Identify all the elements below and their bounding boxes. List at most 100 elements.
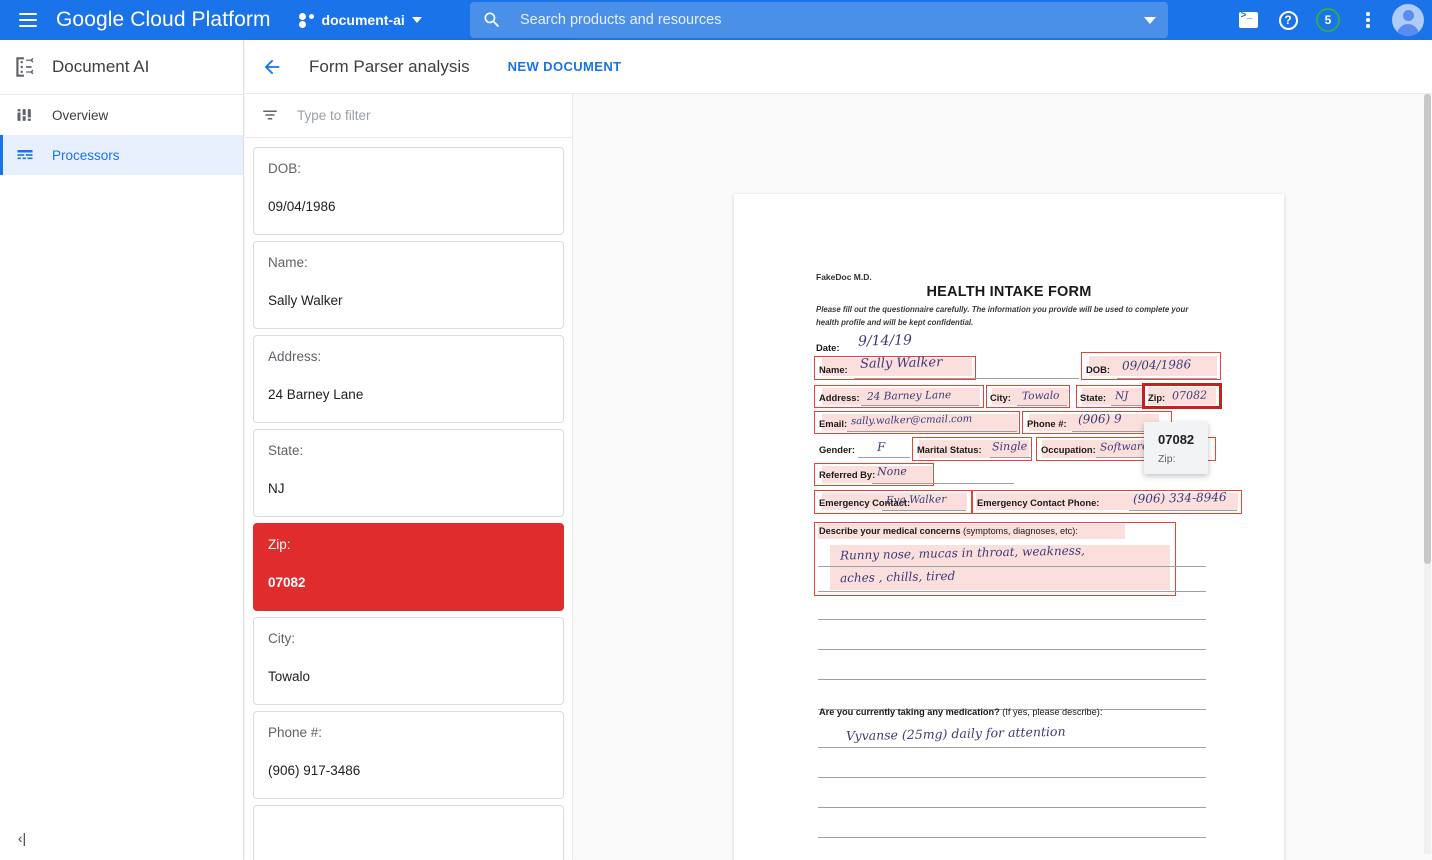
project-selector-icon [299, 13, 315, 27]
fields-panel: Document AI DOB: 09/04/1986 Name: Sally … [245, 40, 572, 860]
back-arrow-icon[interactable] [245, 40, 299, 94]
filter-input[interactable] [295, 107, 525, 124]
doc-value-email: sally.walker@cmail.com [851, 414, 972, 428]
field-card-partial[interactable] [253, 805, 564, 860]
doc-label-occupation: Occupation: [1041, 444, 1096, 455]
sidebar-item-label: Processors [52, 148, 120, 163]
fields-card-list[interactable]: DOB: 09/04/1986 Name: Sally Walker Addre… [245, 139, 572, 860]
field-tooltip: 07082 Zip: [1144, 422, 1208, 474]
notifications-badge[interactable]: 5 [1310, 2, 1346, 38]
field-card-state[interactable]: State: NJ [253, 429, 564, 517]
doc-label-zip: Zip: [1148, 392, 1165, 403]
doc-value-zip: 07082 [1172, 389, 1207, 403]
medical-concerns-prompt: Describe your medical concerns (symptoms… [819, 526, 1078, 536]
tooltip-value: 07082 [1158, 432, 1194, 448]
help-icon[interactable]: ? [1270, 2, 1306, 38]
more-vert-icon[interactable] [1350, 2, 1386, 38]
medication-prompt: Are you currently taking any medication?… [819, 707, 1102, 717]
clinic-name: FakeDoc M.D. [816, 272, 872, 282]
doc-value-phone: (906) 9 [1078, 412, 1122, 427]
doc-label-state: State: [1080, 392, 1106, 403]
document-viewer: FakeDoc M.D. HEALTH INTAKE FORM Please f… [573, 40, 1432, 860]
field-value: NJ [268, 481, 563, 496]
filter-list-icon[interactable] [261, 106, 279, 124]
field-card-city[interactable]: City: Towalo [253, 617, 564, 705]
field-card-name[interactable]: Name: Sally Walker [253, 241, 564, 329]
field-key: DOB: [268, 162, 563, 177]
top-app-bar: Google Cloud Platform document-ai Search… [0, 0, 1432, 40]
doc-label-phone: Phone #: [1027, 418, 1067, 429]
help-question-mark: ? [1279, 11, 1298, 30]
doc-label-email: Email: [819, 418, 847, 429]
overview-dashboard-icon [12, 105, 38, 125]
document-title: HEALTH INTAKE FORM [734, 284, 1284, 300]
doc-value-address: 24 Barney Lane [867, 389, 951, 403]
field-value: Towalo [268, 669, 563, 684]
doc-label-marital: Marital Status: [917, 444, 982, 455]
page-title: Document AI [52, 57, 149, 77]
search-input[interactable]: Search products and resources [520, 12, 1144, 28]
analysis-header: Form Parser analysis NEW DOCUMENT [245, 40, 1432, 94]
field-card-zip[interactable]: Zip: 07082 [253, 523, 564, 611]
sidebar-item-label: Overview [52, 108, 108, 123]
doc-label-city: City: [990, 392, 1011, 403]
doc-value-marital: Single [992, 440, 1027, 454]
brand-title: Google Cloud Platform [56, 8, 271, 32]
doc-label-address: Address: [819, 392, 860, 403]
sidebar-item-processors[interactable]: Processors [0, 135, 243, 175]
tooltip-key: Zip: [1158, 453, 1194, 465]
document-page[interactable]: FakeDoc M.D. HEALTH INTAKE FORM Please f… [734, 194, 1284, 860]
medication-prompt-bold: Are you currently taking any medication? [819, 707, 1000, 717]
left-navigation: Document AI Overview Processors ‹| [0, 40, 244, 860]
doc-label-name: Name: [819, 364, 848, 375]
doc-value-occupation: Software [1100, 440, 1148, 453]
project-name-label: document-ai [322, 12, 405, 28]
document-ai-icon [12, 54, 38, 80]
field-card-dob[interactable]: DOB: 09/04/1986 [253, 147, 564, 235]
sidebar-item-overview[interactable]: Overview [0, 95, 243, 135]
filter-row [245, 93, 572, 138]
global-search-bar[interactable]: Search products and resources [470, 2, 1168, 38]
doc-value-emergency: Eva Walker [886, 493, 947, 506]
medical-concerns-prompt-rest: (symptoms, diagnoses, etc): [960, 526, 1077, 536]
chevron-down-icon [412, 17, 422, 23]
doc-value-emergency-phone: (906) 334-8946 [1133, 490, 1227, 506]
doc-label-referred: Referred By: [819, 469, 875, 480]
medical-concerns-line-2: aches , chills, tired [840, 569, 956, 585]
doc-label-emergency-phone: Emergency Contact Phone: [977, 497, 1099, 508]
document-content: FakeDoc M.D. HEALTH INTAKE FORM Please f… [734, 194, 1284, 860]
field-card-address[interactable]: Address: 24 Barney Lane [253, 335, 564, 423]
field-value: Sally Walker [268, 293, 563, 308]
doc-label-dob: DOB: [1086, 364, 1110, 375]
doc-value-state: NJ [1115, 390, 1129, 402]
medication-prompt-rest: (If yes, please describe): [1000, 707, 1103, 717]
field-value: 24 Barney Lane [268, 387, 563, 402]
notifications-count: 5 [1316, 8, 1340, 32]
doc-label-gender: Gender: [819, 444, 855, 455]
doc-value-name: Sally Walker [860, 355, 943, 372]
document-instructions: Please fill out the questionnaire carefu… [816, 304, 1202, 330]
product-header: Document AI [0, 40, 243, 95]
new-document-button[interactable]: NEW DOCUMENT [508, 59, 622, 74]
medical-concerns-line-1: Runny nose, mucas in throat, weakness, [840, 543, 1085, 562]
field-value: 09/04/1986 [268, 199, 563, 214]
medical-concerns-prompt-bold: Describe your medical concerns [819, 526, 960, 536]
field-key: Name: [268, 256, 563, 271]
project-selector[interactable]: document-ai [299, 12, 422, 28]
doc-value-gender: F [877, 440, 886, 454]
medication-answer: Vyvanse (25mg) daily for attention [846, 724, 1066, 744]
viewer-canvas[interactable]: FakeDoc M.D. HEALTH INTAKE FORM Please f… [573, 94, 1432, 860]
field-key: Phone #: [268, 726, 563, 741]
avatar[interactable] [1392, 4, 1424, 36]
field-card-phone[interactable]: Phone #: (906) 917-3486 [253, 711, 564, 799]
search-dropdown-chevron-down-icon[interactable] [1144, 17, 1156, 24]
doc-value-date: 9/14/19 [858, 332, 912, 349]
cloud-shell-terminal-icon[interactable] [1230, 2, 1266, 38]
viewer-scrollbar-thumb[interactable] [1424, 94, 1431, 564]
search-icon [482, 10, 502, 30]
field-key: Address: [268, 350, 563, 365]
hamburger-menu-icon[interactable] [6, 0, 50, 40]
collapse-panel-icon[interactable]: ‹| [10, 826, 34, 850]
field-key: City: [268, 632, 563, 647]
field-key: Zip: [268, 538, 563, 553]
